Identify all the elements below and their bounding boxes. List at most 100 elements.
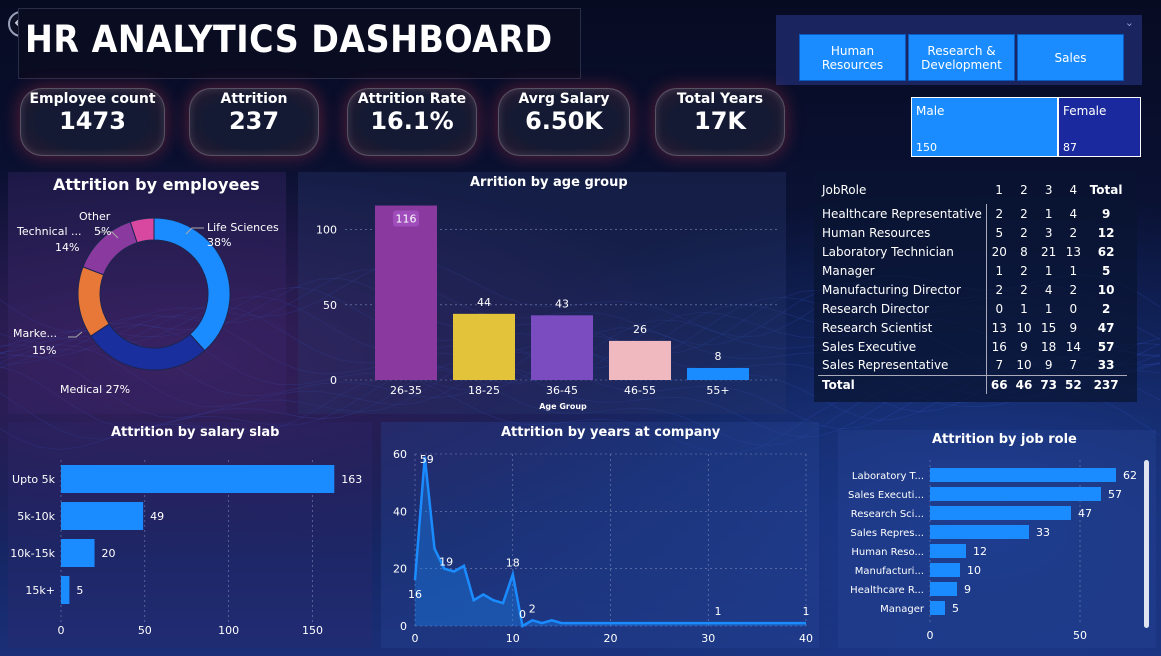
y-tick-label: 20 xyxy=(393,563,407,576)
table-row[interactable]: Manager 1 2 1 1 5 xyxy=(818,261,1127,280)
y-tick-label: 10k-15k xyxy=(10,547,55,560)
data-label: 16 xyxy=(408,588,422,601)
data-label: 44 xyxy=(477,296,491,309)
kpi-avg-salary: Avrg Salary 6.50K xyxy=(498,88,630,156)
jobrole-table: JobRole 1 2 3 4 Total Healthcare Represe… xyxy=(818,176,1127,394)
column-header[interactable]: 4 xyxy=(1061,176,1086,204)
gender-female[interactable]: Female 87 xyxy=(1058,97,1141,157)
table-cell: 2 xyxy=(1101,301,1111,316)
kpi-value: 16.1% xyxy=(370,107,454,135)
y-tick-label: Manager xyxy=(880,604,925,615)
y-tick-label: Laboratory T... xyxy=(852,471,924,482)
bar xyxy=(930,544,966,558)
kpi-value: 237 xyxy=(228,107,280,135)
bar xyxy=(61,576,70,604)
table-row[interactable]: Healthcare Representative 2 2 1 4 9 xyxy=(818,204,1127,223)
table-cell: 2 xyxy=(1020,282,1028,297)
slicer-button-human-resources[interactable]: Human Resources xyxy=(799,34,906,81)
table-row-label: Research Director xyxy=(818,299,987,318)
jobrole-matrix: JobRole 1 2 3 4 Total Healthcare Represe… xyxy=(814,172,1137,402)
leader-line xyxy=(68,331,83,338)
x-tick-label: 150 xyxy=(302,624,323,637)
table-cell: 13 xyxy=(991,320,1007,335)
column-header[interactable]: Total xyxy=(1086,176,1127,204)
data-label: 49 xyxy=(150,510,164,523)
bar xyxy=(930,563,960,577)
table-cell: 12 xyxy=(1097,225,1115,240)
data-label: 26 xyxy=(633,323,647,336)
data-label: 20 xyxy=(102,547,116,560)
x-tick-label: 0 xyxy=(58,624,65,637)
x-tick-label: 55+ xyxy=(706,384,729,397)
slicer-button-research-development[interactable]: Research & Development xyxy=(908,34,1015,81)
table-row[interactable]: Sales Executive 16 9 18 14 57 xyxy=(818,337,1127,356)
table-cell: 73 xyxy=(1036,374,1062,394)
data-label: 1 xyxy=(803,605,810,618)
table-cell: 21 xyxy=(1041,244,1057,259)
table-cell: 62 xyxy=(1097,244,1115,259)
table-cell: 15 xyxy=(1041,320,1057,335)
kpi-label: Attrition Rate xyxy=(357,91,467,107)
table-cell: 7 xyxy=(1069,358,1078,373)
donut-slice xyxy=(90,323,206,371)
bar xyxy=(61,465,335,493)
bar xyxy=(61,502,144,530)
x-tick-label: 18-25 xyxy=(468,384,500,397)
column-header[interactable]: 2 xyxy=(1012,176,1037,204)
slice-label: 38% xyxy=(207,236,231,249)
kpi-attrition: Attrition 237 xyxy=(189,88,319,156)
table-row[interactable]: Manufacturing Director 2 2 4 2 10 xyxy=(818,280,1127,299)
table-cell: 2 xyxy=(1069,282,1078,297)
kpi-value: 6.50K xyxy=(525,107,603,135)
donut-chart: Life Sciences 38% Medical 27% Marke... 15% Te… xyxy=(13,210,279,396)
column-header[interactable]: JobRole xyxy=(818,176,986,204)
bar xyxy=(609,340,671,380)
table-cell: 10 xyxy=(1016,358,1032,373)
table-row[interactable]: Research Scientist 13 10 15 9 47 xyxy=(818,318,1127,337)
table-cell: 5 xyxy=(995,225,1004,240)
kpi-label: Total Years xyxy=(676,91,764,107)
chevron-down-icon[interactable]: ⌄ xyxy=(1125,16,1134,29)
data-label: 2 xyxy=(529,602,536,615)
table-cell: 46 xyxy=(1011,374,1037,394)
x-tick-label: 0 xyxy=(412,632,419,645)
data-label: 5 xyxy=(76,584,83,597)
y-tick-label: 60 xyxy=(393,448,407,461)
column-header[interactable]: 3 xyxy=(1036,176,1061,204)
bar xyxy=(930,506,1071,520)
data-label: 57 xyxy=(1108,488,1122,501)
kpi-label: Employee count xyxy=(29,91,156,107)
table-row-label: Research Scientist xyxy=(818,318,987,337)
table-row-label: Total xyxy=(818,374,987,394)
table-row[interactable]: Laboratory Technician 20 8 21 13 62 xyxy=(818,242,1127,261)
kpi-total-years: Total Years 17K xyxy=(655,88,785,156)
x-tick-label: 10 xyxy=(506,632,520,645)
scrollbar[interactable] xyxy=(1144,460,1149,628)
table-cell: 1 xyxy=(1020,301,1028,316)
y-tick-label: Manufacturi... xyxy=(855,566,924,577)
table-cell: 2 xyxy=(995,206,1004,221)
data-label: 43 xyxy=(555,297,569,310)
table-cell: 57 xyxy=(1097,339,1115,354)
slicer-button-sales[interactable]: Sales xyxy=(1017,34,1124,81)
y-tick-label: 15k+ xyxy=(25,584,55,597)
table-cell: 13 xyxy=(1065,244,1081,259)
table-cell: 2 xyxy=(1020,206,1028,221)
table-row[interactable]: Research Director 0 1 1 0 2 xyxy=(818,299,1127,318)
table-row[interactable]: Sales Representative 7 10 9 7 33 xyxy=(818,356,1127,375)
age-bar-chart: 0 50 100 116 26-35 44 18-25 43 36-45 26 46-55 8 55+ A… xyxy=(316,205,780,411)
data-label: 18 xyxy=(506,556,520,569)
attrition-by-jobrole-panel: Attrition by job role 0 50 Laboratory T...… xyxy=(838,430,1156,648)
x-tick-label: 36-45 xyxy=(546,384,578,397)
gender-male[interactable]: Male 150 xyxy=(911,97,1058,157)
slice-label: 14% xyxy=(55,241,79,254)
table-row[interactable]: Human Resources 5 2 3 2 12 xyxy=(818,223,1127,242)
table-cell: 20 xyxy=(991,244,1007,259)
table-total-row[interactable]: Total 66 46 73 52 237 xyxy=(818,374,1127,394)
y-tick-label: Healthcare R... xyxy=(850,585,924,596)
x-tick-label: 0 xyxy=(927,629,934,642)
column-header[interactable]: 1 xyxy=(986,176,1011,204)
bar xyxy=(453,313,515,380)
data-label: 116 xyxy=(396,213,417,226)
salary-bar-chart: 0 50 100 150 Upto 5k 163 5k-10k 49 10k-15k 20 15k+… xyxy=(10,460,362,637)
